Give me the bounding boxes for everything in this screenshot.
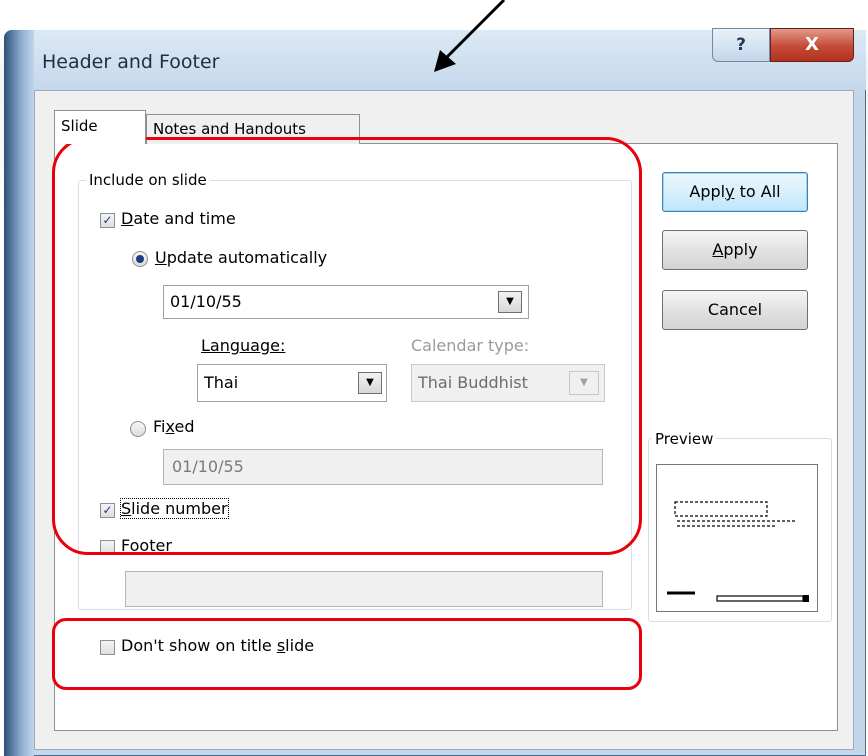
highlight-dont-show-on-title-slide bbox=[52, 618, 642, 690]
close-icon: X bbox=[805, 34, 819, 55]
apply-to-all-button[interactable]: Apply to All bbox=[662, 172, 808, 212]
cancel-button[interactable]: Cancel bbox=[662, 290, 808, 330]
apply-button[interactable]: Apply bbox=[662, 230, 808, 270]
annotation-arrow bbox=[434, 0, 506, 72]
close-button[interactable]: X bbox=[770, 28, 854, 62]
tab-slide[interactable]: Slide bbox=[54, 110, 146, 144]
slide-preview-thumbnail bbox=[667, 501, 809, 602]
window-border-left bbox=[4, 30, 34, 756]
highlight-include-on-slide bbox=[52, 137, 642, 555]
dialog-title: Header and Footer bbox=[42, 51, 220, 73]
footer-text-input[interactable] bbox=[125, 571, 603, 607]
preview-label: Preview bbox=[652, 430, 717, 448]
help-button[interactable]: ? bbox=[712, 28, 770, 62]
preview-image bbox=[656, 464, 818, 612]
